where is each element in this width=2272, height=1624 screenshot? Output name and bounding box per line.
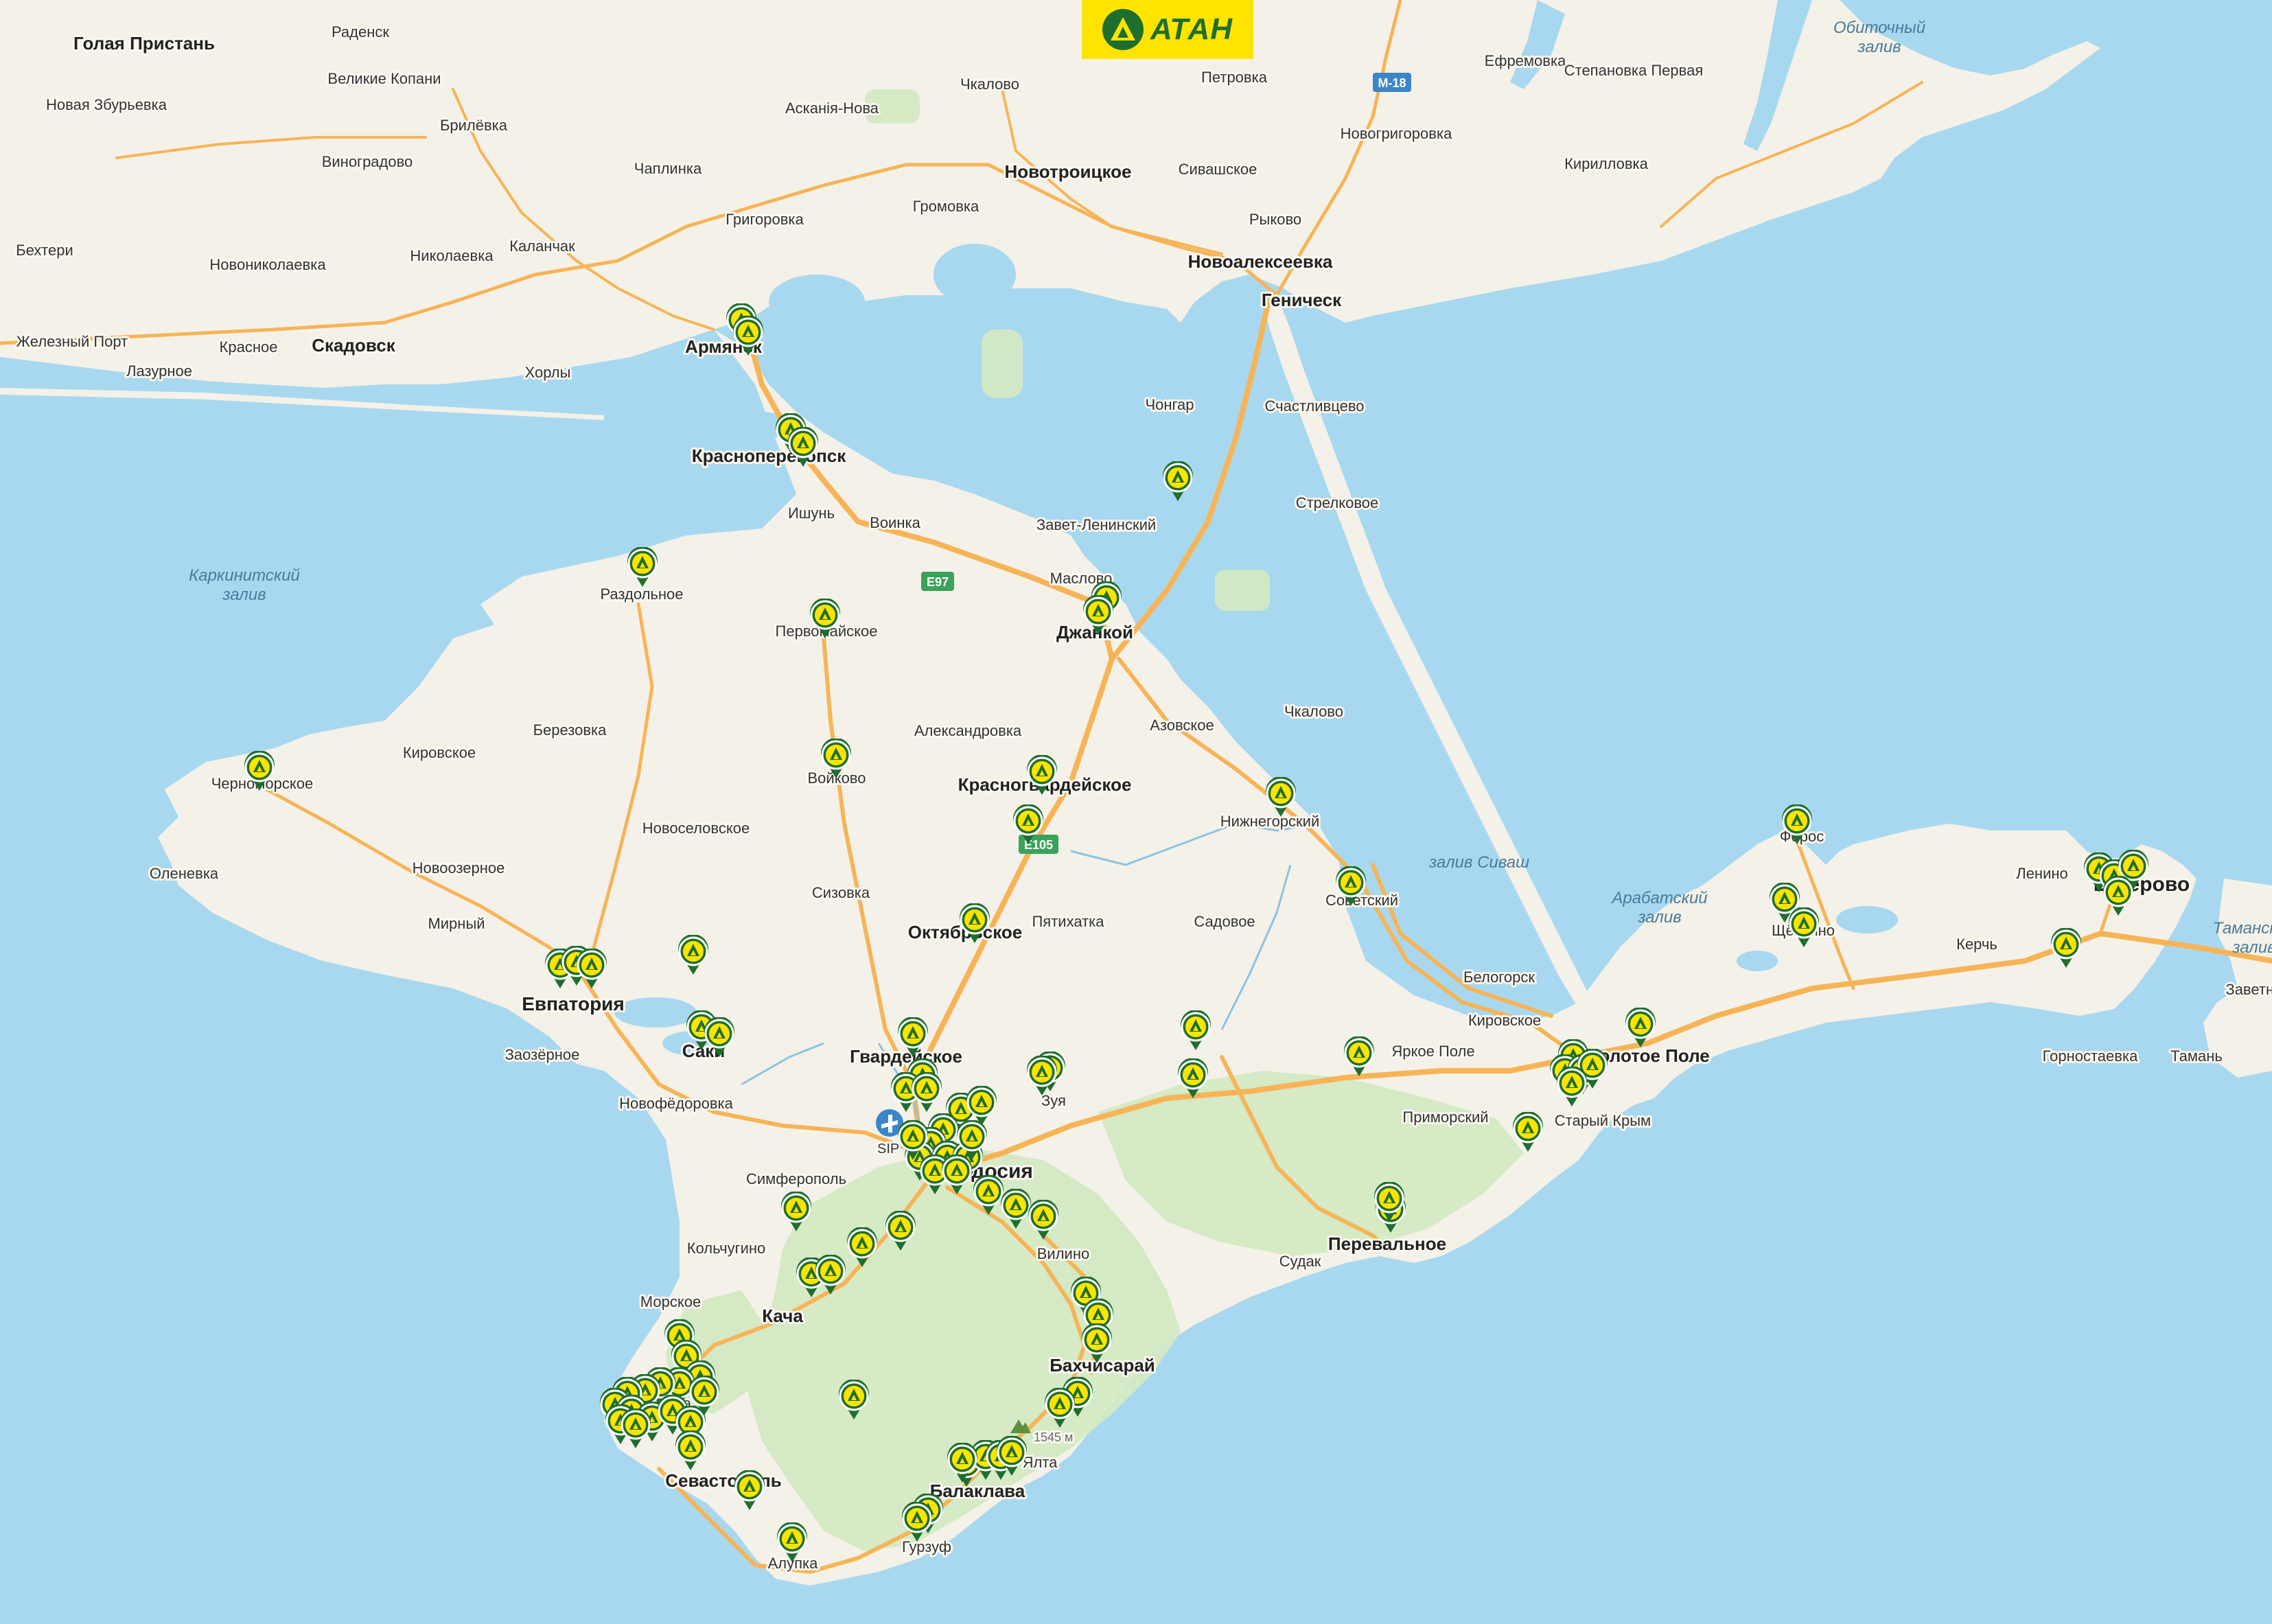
city-label: Гвардейское bbox=[850, 1046, 962, 1067]
city-label: Кача bbox=[762, 1306, 803, 1326]
city-label: Голая Пристань bbox=[73, 33, 215, 54]
airport-code-label: SIP bbox=[877, 1141, 899, 1157]
city-label: Скадовск bbox=[312, 335, 395, 356]
city-label: Оленевка bbox=[150, 865, 219, 882]
road-shield-e97: E97 bbox=[921, 572, 954, 591]
water-label-taman-2: залив bbox=[2232, 938, 2272, 957]
city-label: Балаклава bbox=[930, 1481, 1025, 1501]
city-label: Кирилловка bbox=[1564, 155, 1649, 172]
city-label: Кировское bbox=[1468, 1012, 1541, 1029]
city-label: Чкалово bbox=[960, 76, 1019, 93]
city-label: Яркое Поле bbox=[1391, 1043, 1474, 1060]
city-label: Морское bbox=[640, 1293, 701, 1310]
city-label: Чонгар bbox=[1145, 396, 1194, 413]
city-label: Стрелковое bbox=[1296, 494, 1379, 511]
city-label: Красное bbox=[220, 338, 278, 356]
city-label: Сизовка bbox=[812, 884, 870, 901]
city-label: Новая Збурьевка bbox=[46, 96, 167, 113]
water-label-sivash: залив Сиваш bbox=[1428, 853, 1529, 872]
city-label: Вилино bbox=[1037, 1245, 1089, 1262]
city-label: Чаплинка bbox=[634, 160, 702, 177]
city-label: Воинка bbox=[870, 514, 920, 531]
city-label: Советский bbox=[1325, 892, 1398, 909]
city-label: Ишунь bbox=[788, 504, 835, 522]
city-label: Заозёрное bbox=[505, 1046, 580, 1063]
svg-text:М-18: М-18 bbox=[1378, 76, 1406, 90]
city-label: Брилёвка bbox=[440, 117, 508, 134]
city-label: Геническ bbox=[1262, 290, 1342, 310]
city-label: Евпатория bbox=[522, 993, 624, 1014]
city-label: Бехтери bbox=[16, 242, 73, 259]
water-label-taman: Таманский bbox=[2213, 919, 2272, 938]
city-label: Новоозерное bbox=[413, 859, 505, 877]
city-label: Мирный bbox=[428, 915, 485, 932]
city-label: Каланчак bbox=[509, 237, 575, 255]
city-label: Новогригоровка bbox=[1341, 125, 1452, 142]
city-label: Новоселовское bbox=[642, 820, 750, 837]
city-label: Чкалово bbox=[1284, 703, 1343, 720]
city-label: Великие Копани bbox=[327, 70, 441, 87]
city-label: Кольчугино bbox=[687, 1240, 766, 1257]
city-label: Ефремовка bbox=[1485, 52, 1566, 69]
city-label: Старый Крым bbox=[1555, 1112, 1651, 1129]
city-label: Железный Порт bbox=[16, 333, 128, 350]
atan-logo-icon bbox=[1102, 9, 1144, 50]
water-label-karkinit: Каркинитский bbox=[189, 566, 300, 585]
city-label: Пятихатка bbox=[1032, 913, 1104, 930]
city-label: Зуя bbox=[1041, 1092, 1066, 1109]
city-label: Новофёдоровка bbox=[619, 1095, 733, 1112]
city-label: Лазурное bbox=[126, 362, 192, 380]
water-label-karkinit-2: залив bbox=[222, 585, 266, 604]
city-label: Счастливцево bbox=[1264, 397, 1364, 415]
atan-logo: АТАН bbox=[1082, 0, 1253, 59]
city-label: Новотроицкое bbox=[1004, 161, 1131, 182]
water-label-arabat: Арабатский bbox=[1610, 889, 1707, 907]
city-label: Петровка bbox=[1201, 69, 1268, 86]
atan-logo-text: АТАН bbox=[1150, 12, 1233, 46]
city-label: Завет-Ленинский bbox=[1036, 516, 1156, 533]
city-label: Перевальное bbox=[1328, 1233, 1446, 1254]
city-label: Степановка Первая bbox=[1564, 62, 1704, 79]
city-label: Бахчисарай bbox=[1050, 1355, 1155, 1376]
city-label: Николаевка bbox=[410, 247, 494, 264]
city-label: Садовое bbox=[1194, 913, 1255, 930]
city-label: Тамань bbox=[2170, 1047, 2223, 1065]
water-label-arabat-2: залив bbox=[1637, 908, 1681, 927]
city-label: Березовка bbox=[533, 721, 607, 739]
city-label: Керчь bbox=[1956, 936, 1997, 953]
svg-text:E97: E97 bbox=[927, 575, 949, 589]
city-label: Азовское bbox=[1150, 717, 1214, 734]
city-label: Асканія-Нова bbox=[785, 100, 879, 117]
city-label: Новоалексеевка bbox=[1188, 251, 1333, 272]
city-label: Приморский bbox=[1402, 1109, 1488, 1126]
city-label: Белогорск bbox=[1463, 968, 1535, 986]
city-label: Раздольное bbox=[600, 585, 683, 603]
city-label: Сивашское bbox=[1179, 161, 1257, 178]
city-label: Судак bbox=[1279, 1253, 1321, 1270]
city-label: Виноградово bbox=[322, 153, 413, 170]
map-canvas[interactable]: М-18 E97 E105 SIP 1545 м Обиточный залив… bbox=[0, 0, 2272, 1624]
water-label-obitochny: Обиточный bbox=[1833, 19, 1925, 37]
city-label: Громовка bbox=[913, 198, 979, 215]
city-label: Новониколаевка bbox=[209, 256, 326, 273]
city-label: Раденск bbox=[332, 23, 389, 40]
city-label: Нижнегорский bbox=[1220, 813, 1320, 830]
city-label: Александровка bbox=[914, 722, 1022, 739]
city-label: Хорлы bbox=[525, 364, 571, 381]
city-label: Красноперекопск bbox=[692, 445, 846, 466]
city-label: Рыково bbox=[1249, 211, 1301, 228]
city-label: Ялта bbox=[1023, 1454, 1058, 1471]
city-label: Ленино bbox=[2016, 865, 2068, 882]
city-label: Григоровка bbox=[726, 211, 804, 228]
city-label: Кировское bbox=[403, 744, 476, 761]
peak-elevation-label: 1545 м bbox=[1034, 1430, 1073, 1444]
city-label: Симферополь bbox=[746, 1170, 846, 1187]
city-label: Горностаевка bbox=[2043, 1047, 2138, 1065]
city-label: Заветное bbox=[2225, 981, 2272, 998]
water-label-obitochny-2: залив bbox=[1857, 38, 1901, 56]
road-shield-m18: М-18 bbox=[1373, 73, 1411, 92]
city-label: Гурзуф bbox=[902, 1538, 951, 1555]
